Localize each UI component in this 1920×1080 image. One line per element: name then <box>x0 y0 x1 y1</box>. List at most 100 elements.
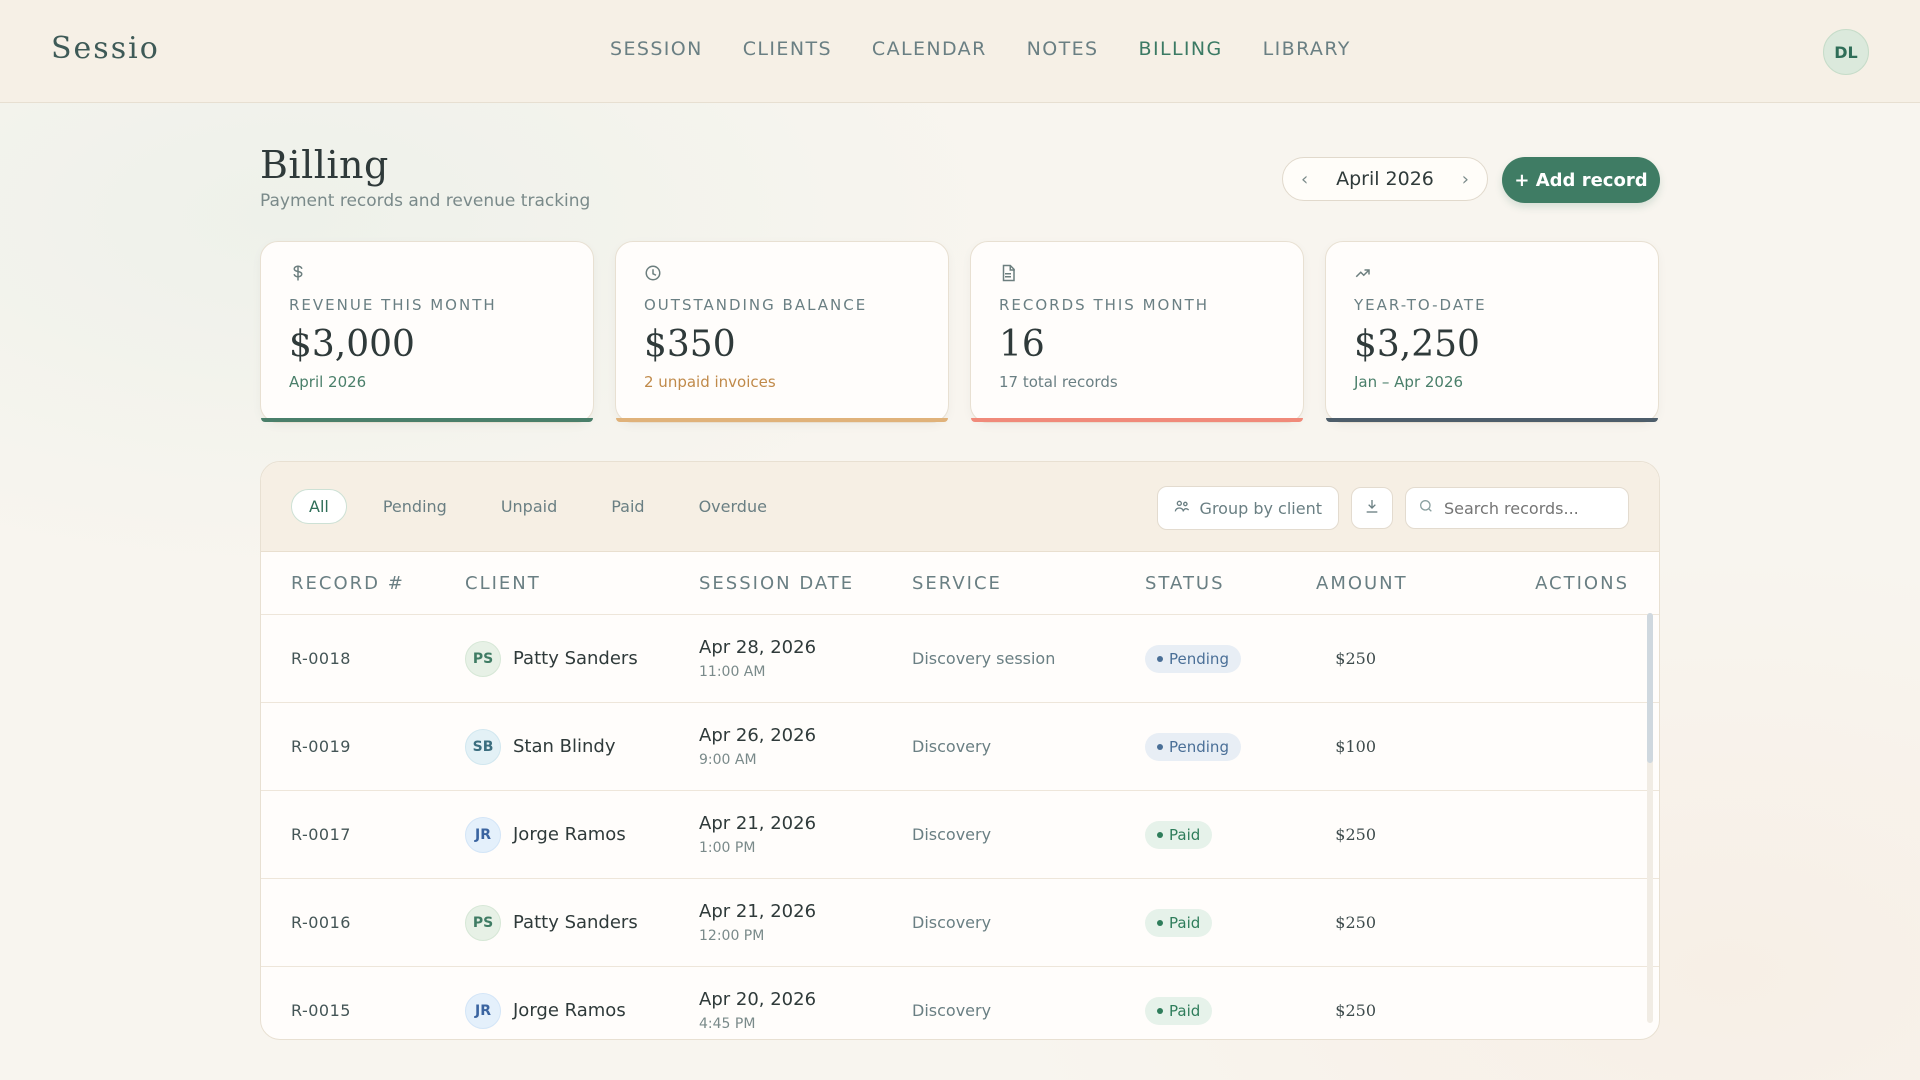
stat-accent <box>616 418 948 422</box>
nav-clients[interactable]: CLIENTS <box>743 38 832 60</box>
date-main: Apr 28, 2026 <box>699 637 817 658</box>
stat-card-outstanding: OUTSTANDING BALANCE $350 2 unpaid invoic… <box>615 241 949 423</box>
stat-value: $3,000 <box>289 324 415 365</box>
stat-kicker: YEAR-TO-DATE <box>1354 296 1487 314</box>
th-status: STATUS <box>1145 572 1225 594</box>
client-avatar: PS <box>465 640 501 677</box>
th-service: SERVICE <box>912 572 1002 594</box>
search-icon <box>1418 498 1434 518</box>
nav-calendar[interactable]: CALENDAR <box>872 38 987 60</box>
status-label: Paid <box>1169 825 1201 844</box>
chevron-left-icon[interactable]: ‹ <box>1301 169 1308 190</box>
session-date: Apr 20, 2026 4:45 PM <box>699 989 912 1032</box>
download-button[interactable] <box>1351 487 1393 529</box>
filter-all[interactable]: All <box>291 489 347 524</box>
table-header: RECORD # CLIENT SESSION DATE SERVICE STA… <box>261 552 1659 615</box>
amount-value: $250 <box>1335 913 1376 932</box>
scrollbar-thumb[interactable] <box>1647 613 1653 763</box>
status-dot <box>1157 743 1163 750</box>
service-name: Discovery <box>912 737 992 756</box>
amount-value: $250 <box>1335 825 1376 844</box>
search-input[interactable] <box>1442 497 1616 519</box>
stat-value: $3,250 <box>1354 324 1480 365</box>
date-time: 9:00 AM <box>699 752 757 768</box>
date-time: 4:45 PM <box>699 1016 756 1032</box>
session-date: Apr 21, 2026 12:00 PM <box>699 901 912 944</box>
th-record: RECORD # <box>291 572 405 594</box>
record-id: R-0017 <box>291 825 351 844</box>
session-date: Apr 28, 2026 11:00 AM <box>699 637 912 680</box>
date-main: Apr 26, 2026 <box>699 725 817 746</box>
clock-icon <box>644 264 662 282</box>
trend-icon <box>1354 264 1372 282</box>
group-by-client-button[interactable]: Group by client <box>1156 486 1339 530</box>
nav-billing[interactable]: BILLING <box>1139 38 1223 60</box>
nav-library[interactable]: LIBRARY <box>1263 38 1351 60</box>
table-row[interactable]: R-0018 PS Patty Sanders Apr 28, 2026 11:… <box>261 615 1659 703</box>
stat-value: $350 <box>644 324 736 365</box>
table-toolbar: All Pending Unpaid Paid Overdue Group by… <box>261 462 1659 552</box>
filter-pending[interactable]: Pending <box>365 489 465 524</box>
nav-session[interactable]: SESSION <box>610 38 703 60</box>
users-icon <box>1174 498 1190 518</box>
stat-card-revenue: REVENUE THIS MONTH $3,000 April 2026 <box>260 241 594 423</box>
table-scrollbar[interactable] <box>1647 613 1653 1023</box>
client-avatar: PS <box>465 904 501 941</box>
status-dot <box>1157 655 1163 662</box>
chevron-right-icon[interactable]: › <box>1462 169 1469 190</box>
client-name: Stan Blindy <box>513 736 616 757</box>
status-label: Pending <box>1169 649 1229 668</box>
search-field <box>1405 487 1629 529</box>
status-badge: Paid <box>1145 820 1213 849</box>
client-avatar: JR <box>465 816 501 853</box>
client-name: Jorge Ramos <box>513 824 626 845</box>
brand-logo[interactable]: Sessio <box>51 31 160 66</box>
nav-notes[interactable]: NOTES <box>1027 38 1099 60</box>
status-badge: Pending <box>1145 644 1241 673</box>
page-subtitle: Payment records and revenue tracking <box>260 191 591 211</box>
client-cell: JR Jorge Ramos <box>465 992 699 1029</box>
session-date: Apr 21, 2026 1:00 PM <box>699 813 912 856</box>
client-cell: JR Jorge Ramos <box>465 816 699 853</box>
status-badge: Paid <box>1145 996 1213 1025</box>
date-time: 11:00 AM <box>699 664 766 680</box>
stat-card-records: RECORDS THIS MONTH 16 17 total records <box>970 241 1304 423</box>
month-label: April 2026 <box>1336 168 1434 190</box>
date-time: 1:00 PM <box>699 840 756 856</box>
group-by-label: Group by client <box>1199 498 1322 518</box>
status-dot <box>1157 919 1163 926</box>
table-row[interactable]: R-0016 PS Patty Sanders Apr 21, 2026 12:… <box>261 879 1659 967</box>
filter-overdue[interactable]: Overdue <box>681 489 785 524</box>
filter-unpaid[interactable]: Unpaid <box>483 489 575 524</box>
add-record-button[interactable]: + Add record <box>1502 157 1660 203</box>
th-actions: ACTIONS <box>1535 572 1629 594</box>
client-avatar: JR <box>465 992 501 1029</box>
stat-kicker: REVENUE THIS MONTH <box>289 296 497 314</box>
client-cell: PS Patty Sanders <box>465 640 699 677</box>
table-row[interactable]: R-0019 SB Stan Blindy Apr 26, 2026 9:00 … <box>261 703 1659 791</box>
service-name: Discovery <box>912 825 992 844</box>
status-label: Pending <box>1169 737 1229 756</box>
status-filters: All Pending Unpaid Paid Overdue <box>291 489 785 524</box>
user-avatar[interactable]: DL <box>1823 29 1869 75</box>
record-id: R-0016 <box>291 913 351 932</box>
stat-kicker: RECORDS THIS MONTH <box>999 296 1210 314</box>
stat-sub: 17 total records <box>999 373 1118 391</box>
table-row[interactable]: R-0017 JR Jorge Ramos Apr 21, 2026 1:00 … <box>261 791 1659 879</box>
document-icon <box>999 264 1017 282</box>
th-amount: AMOUNT <box>1316 572 1408 594</box>
status-cell: Paid <box>1145 996 1316 1025</box>
table-row[interactable]: R-0015 JR Jorge Ramos Apr 20, 2026 4:45 … <box>261 967 1659 1039</box>
status-dot <box>1157 1007 1163 1014</box>
client-name: Jorge Ramos <box>513 1000 626 1021</box>
status-badge: Paid <box>1145 908 1213 937</box>
records-table: All Pending Unpaid Paid Overdue Group by… <box>260 461 1660 1040</box>
stat-accent <box>261 418 593 422</box>
th-client: CLIENT <box>465 572 541 594</box>
filter-paid[interactable]: Paid <box>593 489 662 524</box>
amount-value: $100 <box>1335 737 1376 756</box>
status-badge: Pending <box>1145 732 1241 761</box>
service-name: Discovery <box>912 1001 992 1020</box>
status-cell: Paid <box>1145 820 1316 849</box>
amount-value: $250 <box>1335 1001 1376 1020</box>
